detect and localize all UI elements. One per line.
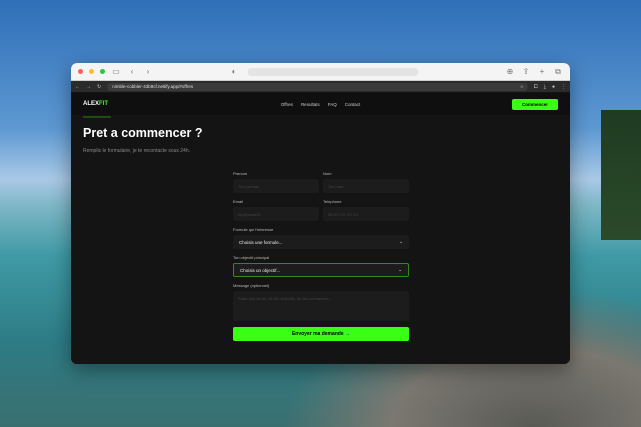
chevron-down-icon: ⌄	[398, 267, 402, 272]
back-icon[interactable]: ‹	[127, 67, 137, 76]
telephone-input[interactable]: 06 XX XX XX XX	[323, 207, 409, 221]
page-subtitle: Remplis le formulaire, je te recontacte …	[83, 148, 190, 154]
site-header: ALEXFIT Offres Resultats FAQ Contact Com…	[71, 93, 570, 115]
forward-icon[interactable]: →	[86, 84, 91, 90]
download-icon[interactable]: ⊕	[505, 67, 515, 76]
contact-form: Prenom Ton prenom Nom Ton nom Email ton@ema…	[233, 171, 409, 341]
bookmark-icon[interactable]: ☆	[520, 84, 524, 90]
share-icon[interactable]: ⇪	[521, 67, 531, 76]
forward-icon[interactable]: ›	[143, 67, 153, 76]
tabs-icon[interactable]: ⧉	[553, 67, 563, 77]
message-label: Message (optionnel)	[233, 283, 270, 288]
safari-toolbar: ▭ ‹ › ◐ ⊕ ⇪ + ⧉	[71, 63, 570, 81]
page-content: ALEXFIT Offres Resultats FAQ Contact Com…	[71, 93, 570, 364]
privacy-icon[interactable]: ◐	[229, 67, 239, 76]
back-icon[interactable]: ←	[75, 84, 80, 90]
nom-input[interactable]: Ton nom	[323, 179, 409, 193]
formule-label: Formule qui t'interesse	[233, 227, 274, 232]
objectif-value: Choisis un objectif...	[240, 267, 281, 273]
email-label: Email	[233, 199, 244, 204]
address-bar[interactable]	[248, 67, 418, 76]
nom-label: Nom	[323, 171, 332, 176]
telephone-label: Telephone	[323, 199, 342, 204]
nav-resultats[interactable]: Resultats	[301, 102, 320, 107]
download-icon[interactable]: ⤓	[544, 84, 546, 90]
page-title: Pret a commencer ?	[83, 126, 203, 140]
formule-value: Choisis une formule...	[239, 239, 283, 245]
close-button[interactable]	[78, 69, 83, 74]
extensions-icon[interactable]: ⧠	[534, 84, 538, 90]
nav-faq[interactable]: FAQ	[328, 102, 337, 107]
reload-icon[interactable]: ↻	[97, 84, 101, 90]
chevron-down-icon: ⌄	[399, 239, 403, 244]
section-accent	[83, 116, 111, 118]
nav-contact[interactable]: Contact	[345, 102, 361, 107]
prenom-label: Prenom	[233, 171, 248, 176]
wallpaper-tree	[601, 110, 641, 240]
maximize-button[interactable]	[100, 69, 105, 74]
site-nav: Offres Resultats FAQ Contact	[281, 102, 360, 107]
url-text: nimble-cobbler-43b9cf.netlify.app/#offre…	[112, 84, 194, 89]
objectif-select[interactable]: Choisis un objectif... ⌄	[233, 263, 409, 277]
prenom-input[interactable]: Ton prenom	[233, 179, 319, 193]
commencer-button[interactable]: Commencer	[511, 98, 558, 110]
email-input[interactable]: ton@email.fr	[233, 207, 319, 221]
submit-button[interactable]: Envoyer ma demande →	[233, 327, 409, 341]
chrome-toolbar: ← → ↻ nimble-cobbler-43b9cf.netlify.app/…	[71, 81, 570, 92]
browser-window: ▭ ‹ › ◐ ⊕ ⇪ + ⧉ ← → ↻ nimble-cobbler-43b…	[71, 63, 570, 364]
new-tab-icon[interactable]: +	[537, 67, 547, 76]
logo[interactable]: ALEXFIT	[83, 101, 108, 107]
minimize-button[interactable]	[89, 69, 94, 74]
sidebar-icon[interactable]: ▭	[111, 67, 121, 76]
url-bar[interactable]: nimble-cobbler-43b9cf.netlify.app/#offre…	[107, 82, 528, 91]
message-textarea[interactable]: Parle-moi de toi, de tes objectifs, de t…	[233, 291, 409, 321]
nav-offres[interactable]: Offres	[281, 102, 293, 107]
menu-icon[interactable]: ⋮	[561, 84, 566, 90]
formule-select[interactable]: Choisis une formule... ⌄	[233, 235, 409, 249]
objectif-label: Ton objectif principal	[233, 255, 270, 260]
profile-avatar[interactable]: ●	[552, 84, 555, 90]
